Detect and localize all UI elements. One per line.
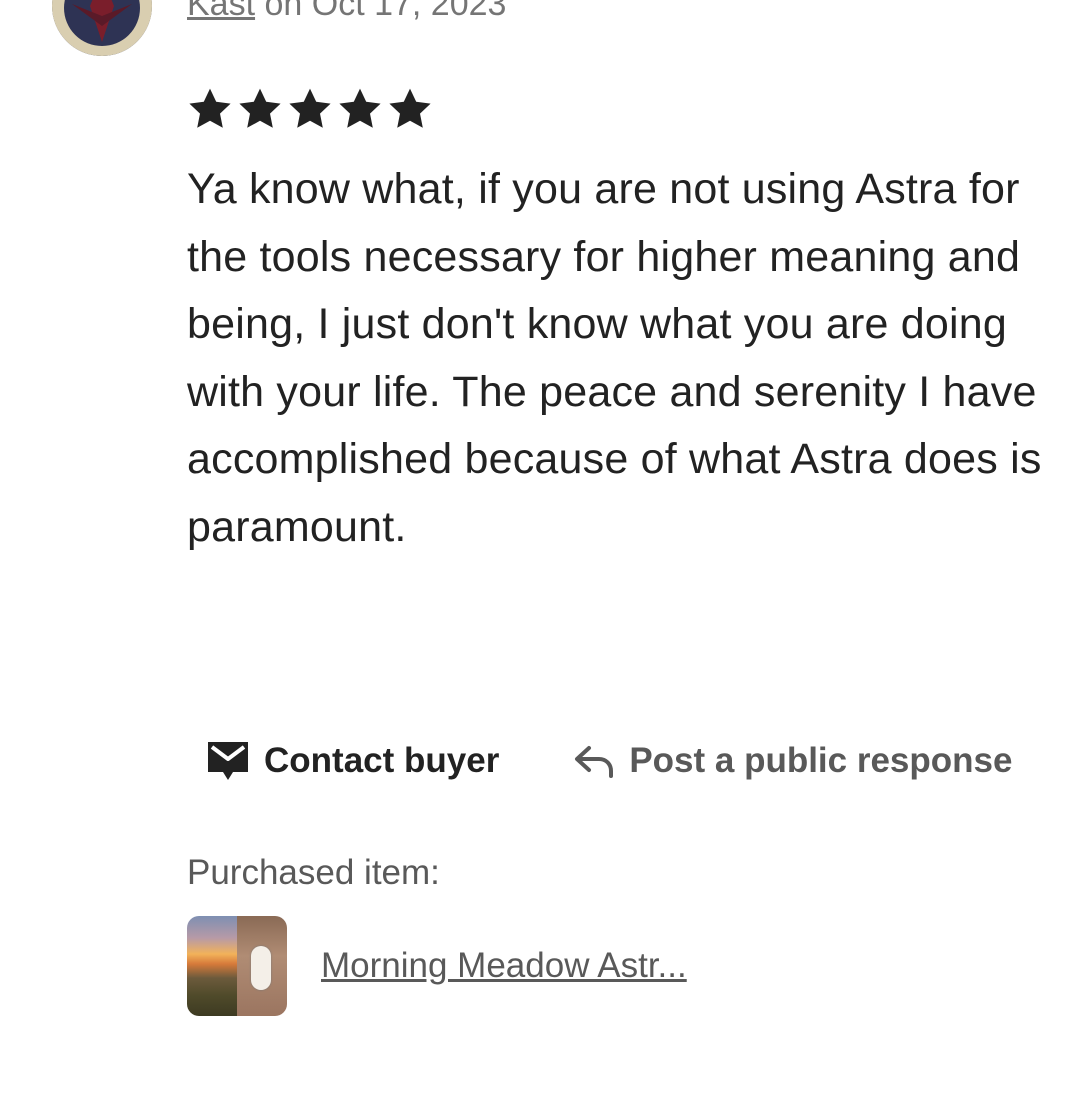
purchased-item-thumbnail[interactable]: [187, 916, 287, 1016]
star-icon: [239, 88, 281, 128]
thumbnail-meadow-image: [187, 916, 237, 1016]
message-icon: [206, 740, 250, 782]
star-rating: [186, 84, 434, 134]
reply-arrow-icon: [573, 744, 615, 778]
review-actions: Contact buyer Post a public response: [206, 740, 1012, 782]
star-icon: [339, 88, 381, 128]
post-public-response-button[interactable]: Post a public response: [573, 741, 1012, 781]
star-icon: [289, 88, 331, 128]
review-byline: Kast on Oct 17, 2023: [187, 0, 506, 24]
thumbnail-pendant-image: [237, 916, 287, 1016]
star-icon: [389, 88, 431, 128]
purchased-item-link[interactable]: Morning Meadow Astr...: [321, 946, 687, 986]
review-text: Ya know what, if you are not using Astra…: [187, 165, 1042, 551]
contact-buyer-label: Contact buyer: [264, 741, 500, 780]
reviewer-avatar[interactable]: [52, 0, 152, 56]
review-card: Kast on Oct 17, 2023 Ya know what, if yo…: [0, 0, 1080, 1097]
purchased-item-label: Purchased item:: [187, 853, 440, 892]
post-public-response-label: Post a public response: [629, 741, 1013, 780]
purchased-item: Morning Meadow Astr...: [187, 916, 687, 1016]
reviewer-name-link[interactable]: Kast: [187, 0, 255, 23]
contact-buyer-button[interactable]: Contact buyer: [206, 740, 499, 782]
star-icon: [189, 88, 231, 128]
review-date: on Oct 17, 2023: [255, 0, 507, 23]
